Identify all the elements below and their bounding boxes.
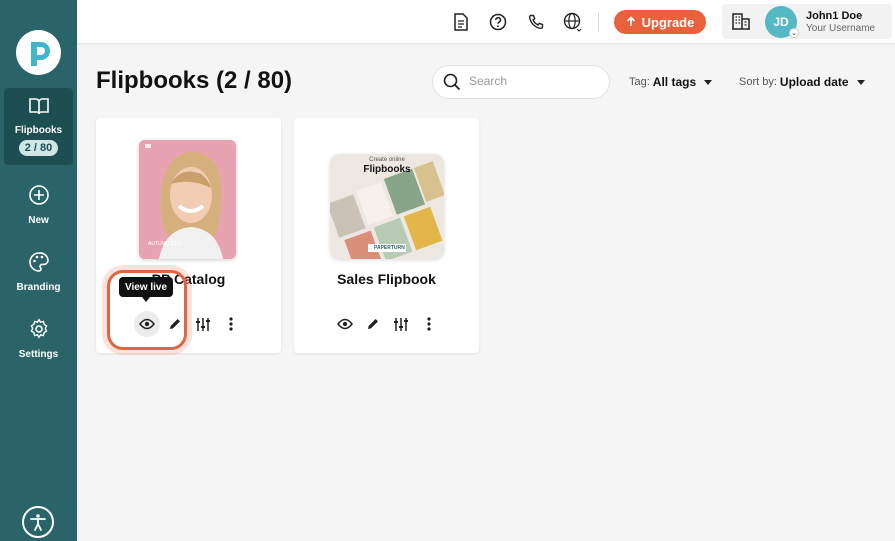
flipbook-count-badge: 2 / 80 (18, 140, 59, 156)
flipbook-title: Sales Flipbook (337, 271, 436, 287)
help-icon[interactable] (488, 12, 508, 32)
cover-text-main: Flipbooks (363, 164, 411, 175)
eye-icon[interactable] (136, 313, 158, 335)
card-actions (96, 311, 281, 337)
document-icon[interactable] (451, 12, 471, 32)
sort-dropdown[interactable]: Sort by: Upload date (739, 75, 865, 89)
sidebar-item-settings[interactable]: Settings (0, 318, 77, 360)
sidebar-item-label: Settings (18, 349, 59, 360)
eye-icon[interactable] (334, 313, 356, 335)
user-name: John1 Doe (806, 10, 863, 22)
cover-brand: PAPERTURN (374, 245, 405, 251)
flipbook-cover-thumbnail[interactable]: AUTUMN 2022 (139, 140, 236, 259)
plus-circle-icon (28, 184, 50, 211)
upgrade-label: Upgrade (641, 14, 695, 30)
phone-icon[interactable] (526, 12, 546, 32)
building-icon[interactable] (732, 13, 750, 35)
sidebar-item-branding[interactable]: Branding (0, 251, 77, 293)
header-divider (598, 12, 599, 32)
palette-icon (28, 251, 50, 278)
sidebar: Flipbooks 2 / 80 New Branding Settings (0, 0, 77, 541)
more-vertical-icon[interactable] (220, 313, 242, 335)
sort-value: Upload date (779, 75, 849, 89)
user-menu[interactable]: JD ⌄ John1 Doe Your Username (722, 4, 892, 39)
card-actions (294, 313, 479, 335)
flipbook-card[interactable]: Create online Flipbooks PAPERTURN Sales … (294, 118, 479, 353)
flipbook-card[interactable]: AUTUMN 2022 PP Catalog (96, 118, 281, 353)
settings-sliders-icon[interactable] (192, 313, 214, 335)
chevron-down-icon: ⌄ (789, 28, 799, 38)
search-input[interactable] (469, 74, 599, 88)
user-subtitle: Your Username (806, 23, 876, 34)
edit-icon[interactable] (164, 313, 186, 335)
tag-filter-label: Tag: (629, 76, 650, 88)
caret-down-icon (704, 79, 713, 85)
page-title: Flipbooks (2 / 80) (96, 67, 293, 94)
edit-icon[interactable] (362, 313, 384, 335)
gear-icon (28, 318, 50, 345)
caret-down-icon (856, 79, 865, 85)
cover-text: AUTUMN 2022 (148, 241, 182, 247)
tag-filter-dropdown[interactable]: Tag: All tags (629, 75, 713, 89)
sidebar-item-new[interactable]: New (0, 184, 77, 226)
top-header: Upgrade JD ⌄ John1 Doe Your Username (77, 0, 895, 44)
globe-icon[interactable] (563, 12, 583, 32)
sidebar-item-label: New (28, 215, 49, 226)
upgrade-button[interactable]: Upgrade (614, 10, 706, 34)
sidebar-item-label: Flipbooks (14, 125, 63, 136)
flipbook-cover-thumbnail[interactable]: Create online Flipbooks PAPERTURN (330, 154, 444, 259)
sidebar-item-label: Branding (16, 282, 61, 293)
paperturn-logo[interactable] (16, 30, 61, 75)
arrow-up-icon (626, 15, 636, 30)
search-box[interactable] (432, 65, 610, 99)
accessibility-icon[interactable] (22, 506, 54, 538)
more-vertical-icon[interactable] (418, 313, 440, 335)
sidebar-item-flipbooks[interactable]: Flipbooks 2 / 80 (4, 88, 73, 165)
cover-text-top: Create online (369, 157, 405, 163)
view-live-tooltip: View live (119, 277, 173, 302)
tag-filter-value: All tags (652, 75, 697, 89)
search-icon (443, 73, 461, 96)
sort-label: Sort by: (739, 76, 777, 88)
settings-sliders-icon[interactable] (390, 313, 412, 335)
book-icon (28, 96, 50, 121)
